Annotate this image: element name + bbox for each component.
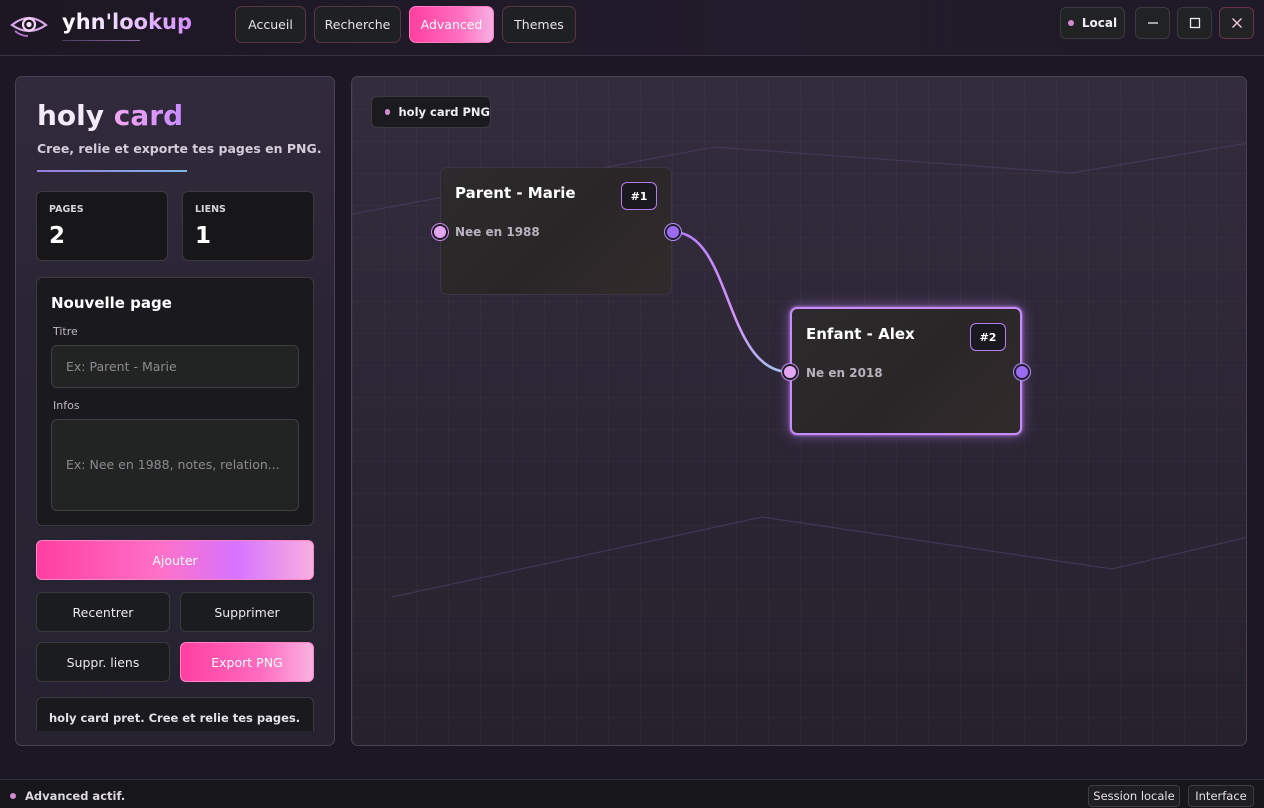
delete-links-button[interactable]: Suppr. liens: [36, 642, 170, 682]
app-name-underline: [62, 40, 140, 41]
node-link-layer: [672, 230, 791, 374]
output-port[interactable]: [1014, 364, 1030, 380]
stat-pages: PAGES 2: [36, 191, 168, 261]
interface-button[interactable]: Interface: [1188, 785, 1254, 807]
node-link[interactable]: [672, 230, 791, 374]
panel-status-message: holy card pret. Cree et relie tes pages.: [36, 697, 314, 731]
input-port[interactable]: [782, 364, 798, 380]
form-title: Nouvelle page: [51, 294, 172, 312]
add-page-button[interactable]: Ajouter: [36, 540, 314, 580]
input-port[interactable]: [432, 224, 448, 240]
footer-status: Advanced actif.: [10, 789, 125, 803]
nav-advanced[interactable]: Advanced: [409, 6, 494, 43]
export-png-button[interactable]: Export PNG: [180, 642, 314, 682]
delete-button[interactable]: Supprimer: [180, 592, 314, 632]
panel-subtitle: Cree, relie et exporte tes pages en PNG.: [37, 141, 322, 156]
title-input[interactable]: [51, 345, 299, 388]
infos-input[interactable]: [51, 419, 299, 511]
minimize-button[interactable]: [1135, 7, 1170, 39]
minimize-icon: [1147, 22, 1158, 24]
recenter-button[interactable]: Recentrer: [36, 592, 170, 632]
top-bar: yhn'lookup Accueil Recherche Advanced Th…: [0, 0, 1264, 56]
title-field-label: Titre: [53, 325, 78, 338]
new-page-form: Nouvelle page Titre Infos: [36, 277, 314, 526]
panel-divider: [37, 170, 187, 172]
maximize-icon: [1189, 17, 1200, 29]
status-dot-icon: [1067, 20, 1074, 26]
node-canvas[interactable]: holy card PNG Parent - Marie #1 Nee en 1…: [351, 76, 1247, 746]
close-icon: [1231, 18, 1242, 28]
app-name: yhn'lookup: [62, 10, 193, 34]
stat-pages-value: 2: [49, 223, 66, 249]
eye-logo-icon: [10, 16, 48, 37]
nav-recherche[interactable]: Recherche: [314, 6, 401, 43]
nav-themes[interactable]: Themes: [502, 6, 576, 43]
mode-label: Local: [1081, 16, 1118, 30]
infos-field-label: Infos: [53, 399, 80, 412]
stat-pages-label: PAGES: [49, 204, 84, 215]
footer-status-dot-icon: [10, 793, 16, 799]
status-bar: Advanced actif. Session locale Interface: [0, 779, 1264, 808]
panel-title-part2: card: [113, 99, 184, 132]
maximize-button[interactable]: [1177, 7, 1212, 39]
holy-card-panel: holy card Cree, relie et exporte tes pag…: [15, 76, 335, 746]
stat-links: LIENS 1: [182, 191, 314, 261]
session-button[interactable]: Session locale: [1088, 785, 1180, 807]
nav-accueil[interactable]: Accueil: [235, 6, 306, 43]
panel-title: holy card: [37, 99, 183, 132]
stat-links-value: 1: [195, 223, 212, 249]
output-port[interactable]: [665, 224, 681, 240]
mode-local-pill[interactable]: Local: [1060, 7, 1125, 39]
footer-status-text: Advanced actif.: [25, 789, 126, 803]
stat-links-label: LIENS: [195, 204, 226, 215]
close-button[interactable]: [1219, 7, 1254, 39]
panel-title-part1: holy: [37, 99, 105, 132]
